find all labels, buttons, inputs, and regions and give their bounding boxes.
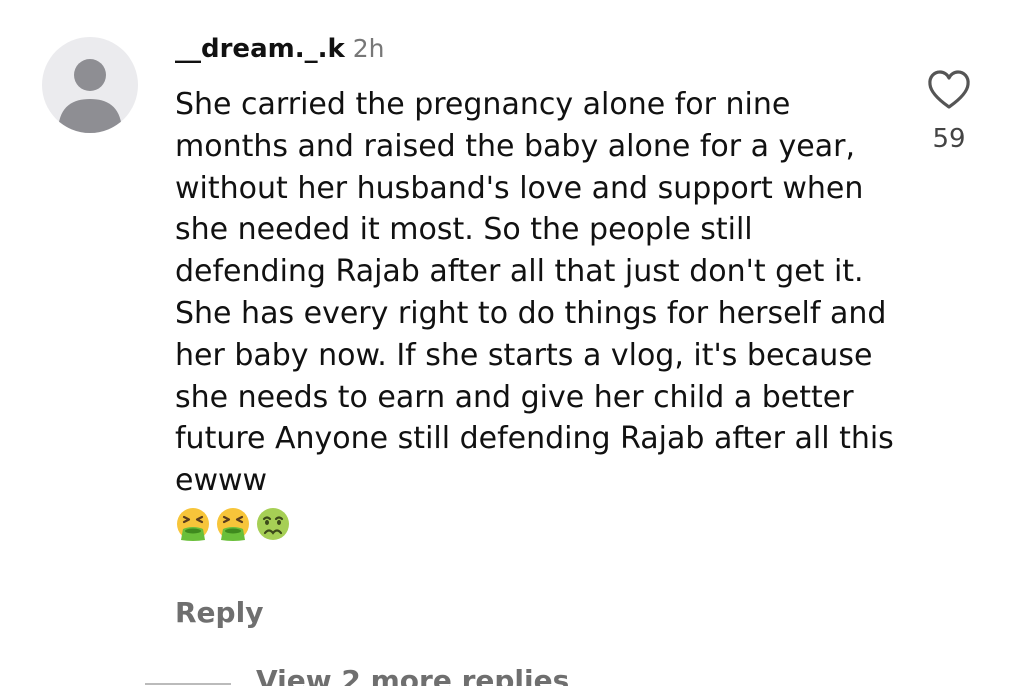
timestamp: 2h xyxy=(352,34,385,63)
vomiting-face-icon xyxy=(177,507,209,541)
heart-outline-icon xyxy=(928,70,970,109)
comment-paragraph-2: She has every right to do things for her… xyxy=(175,295,894,499)
default-profile-icon xyxy=(58,59,122,133)
comment-text: She carried the pregnancy alone for nine… xyxy=(175,84,895,542)
like-button[interactable] xyxy=(926,68,972,112)
comment: __dream._.k 2h She carried the pregnancy … xyxy=(0,0,1024,686)
comment-paragraph-1: She carried the pregnancy alone for nine… xyxy=(175,87,864,290)
comment-header: __dream._.k 2h xyxy=(175,31,385,70)
reply-button[interactable]: Reply xyxy=(175,596,263,629)
emoji-row xyxy=(175,506,895,542)
username[interactable]: __dream._.k xyxy=(175,34,345,64)
nauseated-face-icon xyxy=(257,507,289,540)
replies-divider xyxy=(145,683,231,685)
avatar[interactable] xyxy=(42,37,138,133)
view-more-replies-button[interactable]: View 2 more replies xyxy=(256,664,569,686)
like-count: 59 xyxy=(932,124,966,154)
vomiting-face-icon xyxy=(217,507,249,541)
